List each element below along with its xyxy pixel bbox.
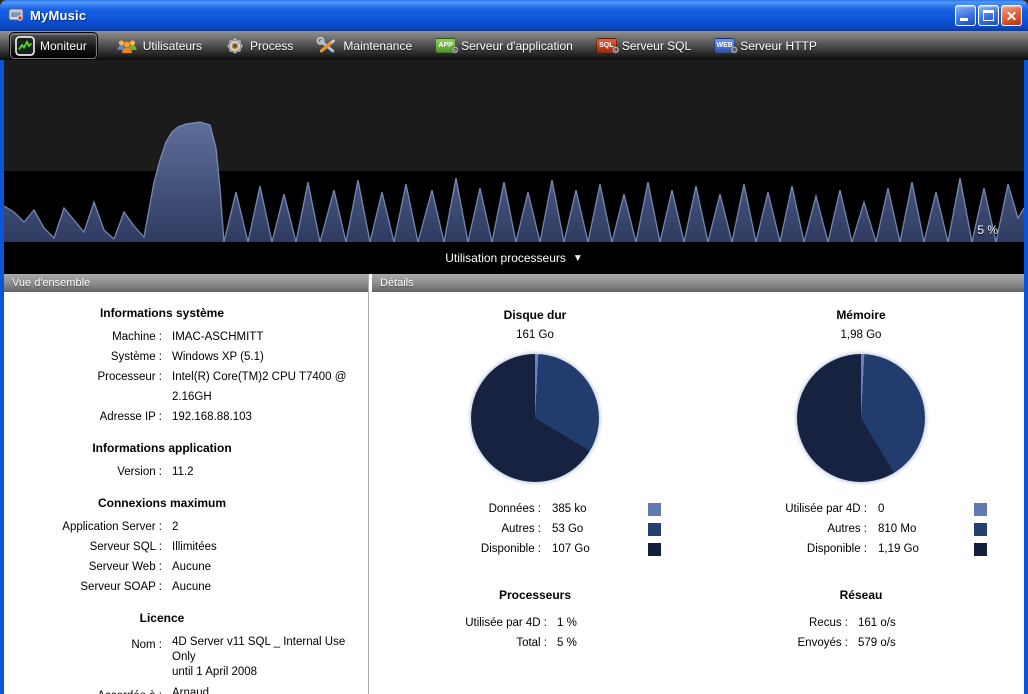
legend-swatch: [974, 543, 987, 556]
tab-label: Maintenance: [343, 39, 412, 53]
tab-label: Moniteur: [40, 39, 87, 53]
details-panel-header: Détails: [372, 274, 1024, 292]
minimize-icon: [960, 18, 968, 21]
overview-panel-body: Informations système Machine : IMAC-ASCH…: [4, 292, 368, 694]
window-content: 5 % Utilisation processeurs ▼ Vue d'ense…: [0, 60, 1028, 694]
tab-label: Utilisateurs: [143, 39, 202, 53]
app-server-icon: APP ⚙: [435, 38, 456, 53]
processors-stats: Utilisée par 4D : 1 % Total : 5 %: [372, 613, 698, 653]
tab-label: Process: [250, 39, 293, 53]
panels-row: Vue d'ensemble Informations système Mach…: [4, 274, 1024, 694]
legend-row-disponible: Disponible : 1,19 Go: [726, 539, 1024, 559]
disk-column: Disque dur 161 Go Données : 385 ko: [372, 292, 698, 653]
info-row-licence-accordee: Accordée à : Arnaud 4D SAS: [4, 683, 368, 694]
maximize-icon: [983, 10, 994, 21]
processors-title: Processeurs: [372, 588, 698, 602]
stat-row-envoyes: Envoyés : 579 o/s: [698, 633, 1024, 653]
mini-gear-icon: ⚙: [451, 45, 459, 56]
tab-serveur-application[interactable]: APP ⚙ Serveur d'application: [431, 36, 577, 55]
legend-row-donnees: Données : 385 ko: [400, 499, 698, 519]
gear-icon: [225, 36, 245, 56]
overview-panel: Vue d'ensemble Informations système Mach…: [4, 274, 368, 694]
tab-serveur-http[interactable]: WEB ⚙ Serveur HTTP: [710, 36, 821, 55]
memory-title: Mémoire: [698, 308, 1024, 322]
memory-column: Mémoire 1,98 Go Utilisée par 4D : 0: [698, 292, 1024, 653]
legend-row-disponible: Disponible : 107 Go: [400, 539, 698, 559]
chevron-down-icon: ▼: [573, 253, 583, 264]
memory-pie-chart: [797, 354, 925, 482]
legend-swatch: [974, 523, 987, 536]
info-row-adresse-ip: Adresse IP : 192.168.88.103: [4, 407, 368, 427]
sql-server-icon: SQL ⚙: [596, 38, 617, 53]
tab-label: Serveur HTTP: [740, 39, 817, 53]
tab-label: Serveur SQL: [622, 39, 691, 53]
section-title-system: Informations système: [4, 306, 320, 320]
network-stats: Recus : 161 o/s Envoyés : 579 o/s: [698, 613, 1024, 653]
legend-row-utilisee-4d: Utilisée par 4D : 0: [726, 499, 1024, 519]
mini-gear-icon: ⚙: [730, 45, 738, 56]
tools-icon: [316, 36, 338, 56]
http-server-icon: WEB ⚙: [714, 38, 735, 53]
legend-swatch: [648, 503, 661, 516]
section-title-licence: Licence: [4, 611, 320, 625]
window-title: MyMusic: [30, 8, 955, 23]
section-title-application: Informations application: [4, 441, 320, 455]
tab-maintenance[interactable]: Maintenance: [312, 34, 416, 58]
disk-pie-chart: [471, 354, 599, 482]
overview-panel-header: Vue d'ensemble: [4, 274, 368, 292]
minimize-button[interactable]: [955, 5, 976, 26]
legend-swatch: [648, 543, 661, 556]
tab-utilisateurs[interactable]: Utilisateurs: [112, 34, 206, 58]
legend-swatch: [974, 503, 987, 516]
stat-row-cpu-4d: Utilisée par 4D : 1 %: [372, 613, 698, 633]
disk-total: 161 Go: [372, 329, 698, 341]
memory-legend: Utilisée par 4D : 0 Autres : 810 Mo: [698, 499, 1024, 559]
info-row-machine: Machine : IMAC-ASCHMITT: [4, 327, 368, 347]
legend-row-autres: Autres : 53 Go: [400, 519, 698, 539]
close-button[interactable]: [1001, 5, 1022, 26]
info-row-application-server: Application Server : 2: [4, 517, 368, 537]
info-row-serveur-sql: Serveur SQL : Illimitées: [4, 537, 368, 557]
network-title: Réseau: [698, 588, 1024, 602]
disk-title: Disque dur: [372, 308, 698, 322]
info-row-processeur: Processeur : Intel(R) Core(TM)2 CPU T740…: [4, 367, 368, 407]
tab-process[interactable]: Process: [221, 34, 297, 58]
info-row-serveur-soap: Serveur SOAP : Aucune: [4, 577, 368, 597]
app-icon: [8, 7, 24, 23]
title-bar[interactable]: MyMusic: [0, 0, 1028, 30]
info-row-serveur-web: Serveur Web : Aucune: [4, 557, 368, 577]
cpu-current-value: 5 %: [977, 223, 998, 237]
stat-row-cpu-total: Total : 5 %: [372, 633, 698, 653]
app-window: MyMusic Moniteur: [0, 0, 1028, 694]
details-panel: Détails Disque dur 161 Go Données : 385 …: [372, 274, 1024, 694]
details-panel-body: Disque dur 161 Go Données : 385 ko: [372, 292, 1024, 694]
graph-selector-dropdown[interactable]: Utilisation processeurs ▼: [4, 242, 1024, 274]
section-title-connexions: Connexions maximum: [4, 496, 320, 510]
main-toolbar: Moniteur Utilisateurs: [0, 30, 1028, 60]
tab-moniteur[interactable]: Moniteur: [10, 33, 97, 59]
info-row-systeme: Système : Windows XP (5.1): [4, 347, 368, 367]
disk-legend: Données : 385 ko Autres : 53 Go: [372, 499, 698, 559]
tab-label: Serveur d'application: [461, 39, 573, 53]
graph-selector-label: Utilisation processeurs: [445, 251, 566, 265]
memory-total: 1,98 Go: [698, 329, 1024, 341]
info-row-licence-nom: Nom : 4D Server v11 SQL _ Internal Use O…: [4, 632, 368, 683]
stat-row-recus: Recus : 161 o/s: [698, 613, 1024, 633]
cpu-usage-graph: 5 %: [4, 60, 1024, 242]
tab-serveur-sql[interactable]: SQL ⚙ Serveur SQL: [592, 36, 695, 55]
legend-row-autres: Autres : 810 Mo: [726, 519, 1024, 539]
mini-gear-icon: ⚙: [612, 45, 620, 56]
users-icon: [116, 36, 138, 56]
legend-swatch: [648, 523, 661, 536]
monitor-chart-icon: [15, 36, 35, 56]
info-row-version: Version : 11.2: [4, 462, 368, 482]
maximize-button[interactable]: [978, 5, 999, 26]
